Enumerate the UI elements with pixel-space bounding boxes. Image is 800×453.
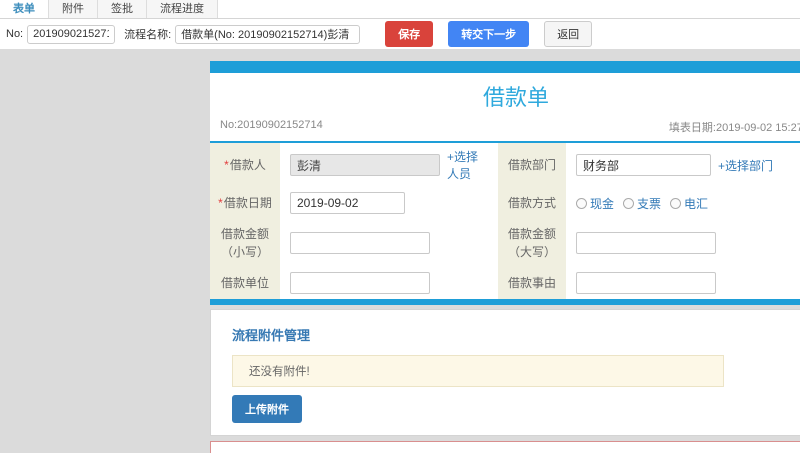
reason-field [566, 267, 800, 299]
form-header: No:20190902152714 填表日期:2019-09-02 15:27:… [210, 117, 800, 143]
select-dept-link[interactable]: +选择部门 [718, 157, 773, 174]
radio-cheque[interactable]: 支票 [623, 195, 661, 212]
no-label: No: [6, 28, 24, 40]
radio-icon [623, 197, 635, 209]
radio-cash[interactable]: 现金 [576, 195, 614, 212]
amount-small-field [280, 219, 498, 267]
required-marker: * [224, 158, 229, 172]
amount-small-input[interactable] [290, 232, 430, 254]
reason-label: 借款事由 [498, 267, 566, 299]
method-label: 借款方式 [498, 187, 566, 219]
form-title: 借款单 [482, 85, 549, 110]
tab-attachments[interactable]: 附件 [49, 0, 98, 18]
form-date-text: 填表日期:2019-09-02 15:27:1 [668, 122, 800, 134]
toolbar: No: 流程名称: 保存 转交下一步 返回 [0, 19, 800, 49]
select-person-link[interactable]: +选择人员 [447, 148, 488, 182]
form-grid: *借款人 +选择人员 借款部门 +选择部门 *借款日期 借款方式 [210, 143, 800, 299]
attachments-panel: 流程附件管理 还没有附件! 上传附件 [210, 309, 800, 436]
amount-big-label: 借款金额（大写） [498, 219, 566, 267]
save-button[interactable]: 保存 [385, 21, 434, 47]
process-name-label: 流程名称: [124, 29, 172, 41]
dept-field: +选择部门 [566, 143, 800, 187]
back-button[interactable]: 返回 [544, 21, 593, 47]
radio-wire[interactable]: 电汇 [670, 195, 708, 212]
borrower-label: *借款人 [210, 143, 280, 187]
process-name-input[interactable] [175, 24, 361, 44]
loan-date-label: *借款日期 [210, 187, 280, 219]
no-attachments-alert: 还没有附件! [232, 355, 724, 387]
no-input[interactable] [27, 24, 116, 44]
dept-input[interactable] [576, 154, 711, 176]
transfer-next-button[interactable]: 转交下一步 [448, 21, 530, 47]
amount-big-field [566, 219, 800, 267]
form-top-bar [210, 61, 800, 73]
form-no-text: No:20190902152714 [220, 119, 323, 131]
unit-label: 借款单位 [210, 267, 280, 299]
tab-approval[interactable]: 签批 [98, 0, 147, 18]
approval-panel: 流程签批意见 B I abc [210, 441, 800, 453]
reason-input[interactable] [576, 272, 716, 294]
main-content: 借款单 No:20190902152714 填表日期:2019-09-02 15… [0, 49, 800, 453]
tab-progress[interactable]: 流程进度 [147, 0, 218, 18]
tab-form[interactable]: 表单 [0, 0, 49, 18]
amount-small-label: 借款金额（小写） [210, 219, 280, 267]
required-marker: * [218, 196, 223, 210]
borrower-input[interactable] [290, 154, 440, 176]
unit-field [280, 267, 498, 299]
radio-icon [576, 197, 587, 209]
unit-input[interactable] [290, 272, 430, 294]
loan-date-field [280, 187, 498, 219]
amount-big-input[interactable] [576, 232, 716, 254]
dept-label: 借款部门 [498, 143, 566, 187]
loan-form-panel: 借款单 No:20190902152714 填表日期:2019-09-02 15… [210, 61, 800, 305]
attachments-heading: 流程附件管理 [232, 328, 311, 343]
loan-date-input[interactable] [290, 192, 405, 214]
radio-icon [670, 197, 682, 209]
borrower-field: +选择人员 [280, 143, 498, 187]
method-field: 现金 支票 电汇 [566, 187, 800, 219]
upload-attachment-button[interactable]: 上传附件 [232, 395, 302, 423]
tab-bar: 表单 附件 签批 流程进度 [0, 0, 800, 19]
